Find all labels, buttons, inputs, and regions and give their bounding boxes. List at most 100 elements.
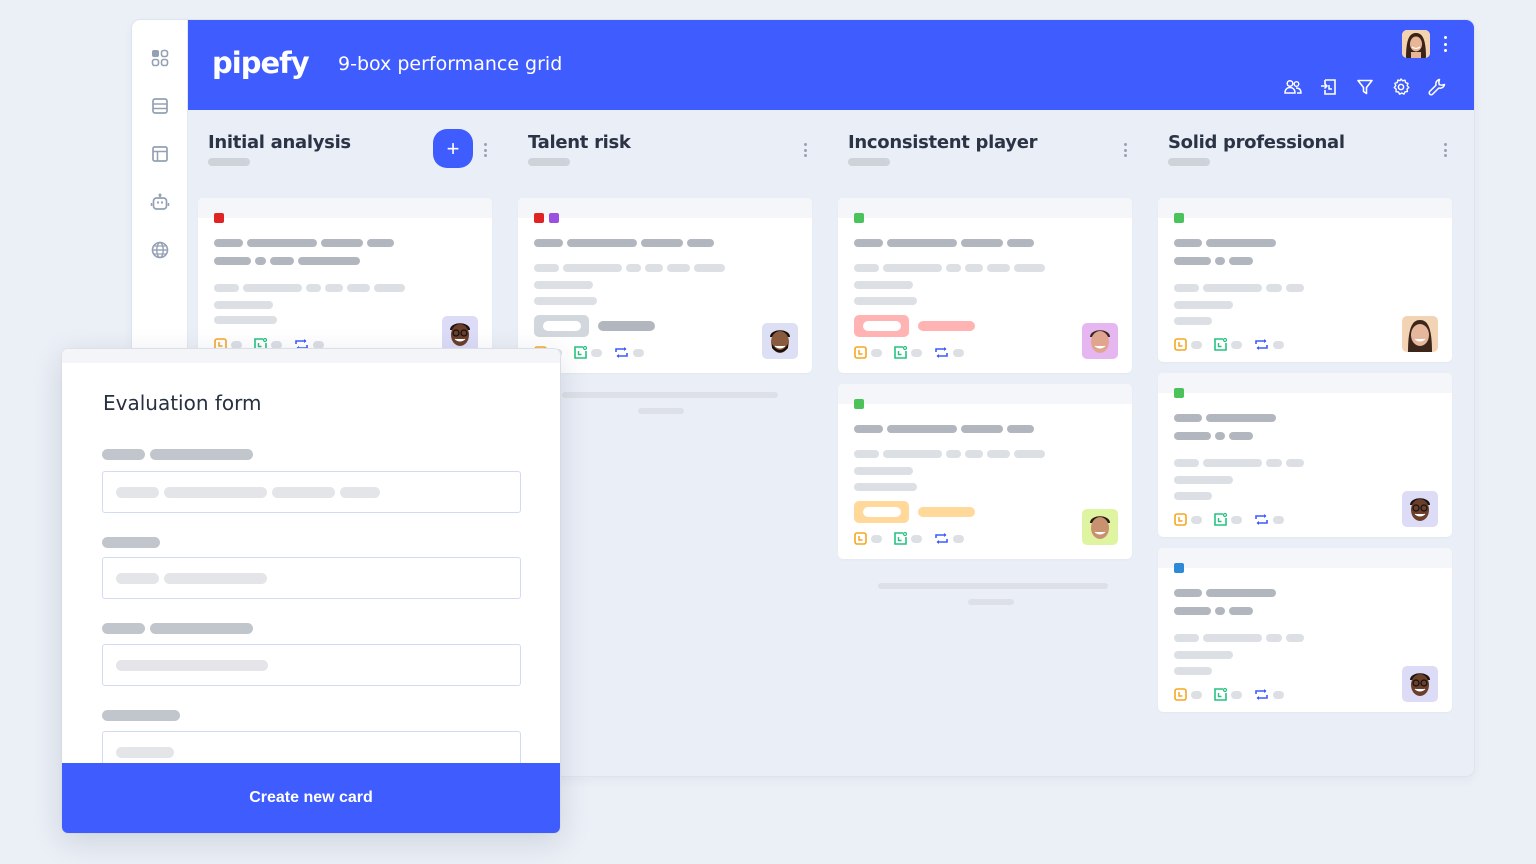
sync-icon bbox=[1255, 339, 1268, 350]
apps-grid-icon[interactable] bbox=[148, 46, 172, 70]
card-field-placeholder bbox=[1174, 634, 1304, 642]
globe-icon[interactable] bbox=[148, 238, 172, 262]
card[interactable] bbox=[838, 384, 1132, 559]
card-field-placeholder bbox=[854, 450, 1045, 458]
assignee-avatar[interactable] bbox=[1082, 323, 1118, 359]
card[interactable] bbox=[1158, 373, 1452, 537]
placeholder bbox=[911, 348, 922, 357]
card-title-placeholder bbox=[214, 239, 394, 247]
assignee-avatar[interactable] bbox=[762, 323, 798, 359]
card-header-strip bbox=[1158, 373, 1452, 393]
placeholder bbox=[1231, 340, 1242, 349]
database-icon[interactable] bbox=[148, 94, 172, 118]
card-header-strip bbox=[838, 384, 1132, 404]
members-icon[interactable] bbox=[1282, 76, 1304, 98]
wrench-icon[interactable] bbox=[1426, 76, 1448, 98]
card-title-placeholder bbox=[214, 257, 360, 265]
label-tag bbox=[214, 213, 224, 223]
placeholder bbox=[953, 348, 964, 357]
column-count-placeholder bbox=[1168, 158, 1210, 166]
placeholder bbox=[1273, 340, 1284, 349]
placeholder bbox=[871, 534, 882, 543]
placeholder bbox=[231, 340, 242, 349]
due-date-icon bbox=[854, 346, 867, 359]
card-field-placeholder bbox=[1174, 459, 1304, 467]
card-meta-row bbox=[854, 346, 972, 359]
placeholder bbox=[1231, 690, 1242, 699]
checklist-icon bbox=[1214, 513, 1227, 526]
column-menu-kebab-icon[interactable] bbox=[1444, 143, 1448, 157]
card-field-placeholder bbox=[214, 301, 273, 309]
card-field-placeholder bbox=[1174, 667, 1212, 675]
card[interactable] bbox=[198, 198, 492, 354]
card-field-placeholder bbox=[534, 297, 597, 305]
card-title-placeholder bbox=[1174, 239, 1276, 247]
card[interactable] bbox=[1158, 198, 1452, 362]
card-field-placeholder bbox=[214, 284, 405, 292]
card-meta-row bbox=[1174, 513, 1292, 526]
filter-icon[interactable] bbox=[1354, 76, 1376, 98]
column-title: Solid professional bbox=[1168, 132, 1345, 153]
card-header-strip bbox=[198, 198, 492, 218]
card[interactable] bbox=[518, 198, 812, 373]
status-badge bbox=[854, 315, 909, 337]
checklist-icon bbox=[1214, 338, 1227, 351]
form-title: Evaluation form bbox=[103, 391, 262, 415]
checklist-icon bbox=[894, 532, 907, 545]
assignee-avatar[interactable] bbox=[1402, 491, 1438, 527]
assignee-avatar[interactable] bbox=[1402, 666, 1438, 702]
card-title-placeholder bbox=[534, 239, 714, 247]
placeholder bbox=[633, 348, 644, 357]
robot-icon[interactable] bbox=[148, 190, 172, 214]
assignee-avatar[interactable] bbox=[1402, 316, 1438, 352]
column-menu-kebab-icon[interactable] bbox=[1124, 143, 1128, 157]
column-menu-kebab-icon[interactable] bbox=[484, 143, 488, 157]
column-scrollbar[interactable] bbox=[562, 392, 778, 398]
card-header-strip bbox=[1158, 548, 1452, 568]
column-menu-kebab-icon[interactable] bbox=[804, 143, 808, 157]
create-new-card-button[interactable]: Create new card bbox=[62, 763, 560, 833]
import-icon[interactable] bbox=[1318, 76, 1340, 98]
status-text-placeholder bbox=[918, 507, 975, 517]
sync-icon bbox=[615, 347, 628, 358]
sync-icon bbox=[1255, 689, 1268, 700]
status-badge bbox=[854, 501, 909, 523]
header-toolbar bbox=[1282, 76, 1448, 98]
user-avatar[interactable] bbox=[1402, 30, 1430, 58]
placeholder bbox=[1273, 515, 1284, 524]
placeholder bbox=[591, 348, 602, 357]
label-tag bbox=[549, 213, 559, 223]
settings-icon[interactable] bbox=[1390, 76, 1412, 98]
card-field-placeholder bbox=[1174, 651, 1233, 659]
column-scrollbar[interactable] bbox=[878, 583, 1108, 589]
label-tag bbox=[1174, 563, 1184, 573]
label-tag bbox=[1174, 388, 1184, 398]
form-field-1-input[interactable] bbox=[102, 471, 521, 513]
add-card-button[interactable]: + bbox=[433, 129, 473, 168]
column-scroll-handle[interactable] bbox=[638, 408, 684, 414]
card[interactable] bbox=[1158, 548, 1452, 712]
card-header-strip bbox=[1158, 198, 1452, 218]
form-field-3-input[interactable] bbox=[102, 644, 521, 686]
card-field-placeholder bbox=[534, 264, 725, 272]
card-field-placeholder bbox=[854, 264, 1045, 272]
card-field-placeholder bbox=[1174, 284, 1304, 292]
form-header-strip bbox=[62, 349, 560, 363]
card-field-placeholder bbox=[1174, 476, 1233, 484]
assignee-avatar[interactable] bbox=[442, 316, 478, 352]
layout-icon[interactable] bbox=[148, 142, 172, 166]
user-menu-kebab-icon[interactable] bbox=[1442, 36, 1448, 52]
form-field-2-input[interactable] bbox=[102, 557, 521, 599]
assignee-avatar[interactable] bbox=[1082, 509, 1118, 545]
label-tag bbox=[854, 213, 864, 223]
card[interactable] bbox=[838, 198, 1132, 373]
placeholder bbox=[1191, 690, 1202, 699]
status-text-placeholder bbox=[918, 321, 975, 331]
column-scroll-handle[interactable] bbox=[968, 599, 1014, 605]
pipefy-logo[interactable]: pipefy bbox=[212, 46, 310, 80]
card-field-placeholder bbox=[1174, 317, 1212, 325]
card-field-placeholder bbox=[214, 316, 277, 324]
checklist-icon bbox=[574, 346, 587, 359]
sync-icon bbox=[935, 533, 948, 544]
card-field-placeholder bbox=[1174, 301, 1233, 309]
